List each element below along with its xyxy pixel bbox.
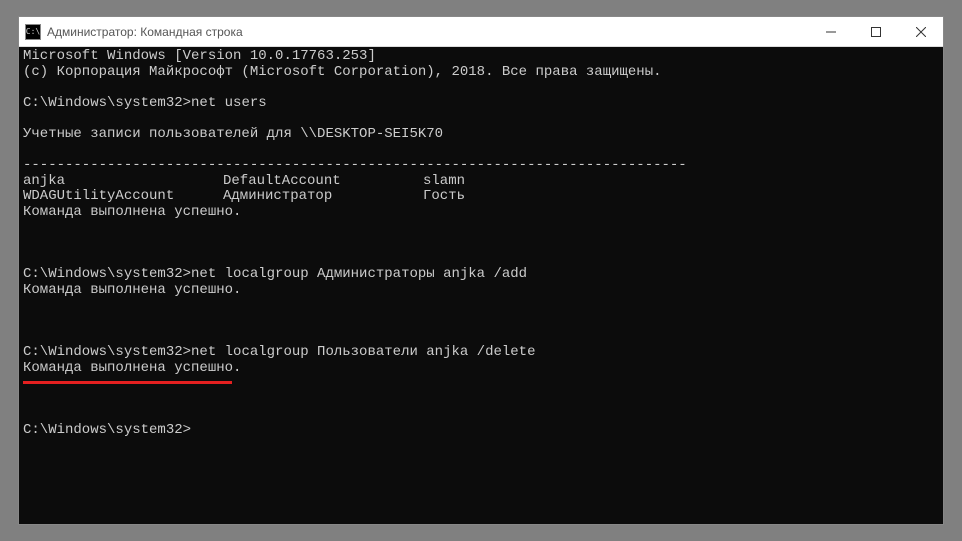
user-cell: Гость: [423, 189, 623, 205]
red-underline-annotation: [23, 381, 232, 384]
cmd-3: net localgroup Пользователи anjka /delet…: [191, 344, 535, 360]
prompt-2: C:\Windows\system32>: [23, 266, 191, 282]
user-row-1: anjkaDefaultAccountslamn: [23, 174, 939, 190]
success-1: Команда выполнена успешно.: [23, 204, 241, 220]
cmd-icon: C:\: [25, 24, 41, 40]
window-title: Администратор: Командная строка: [47, 25, 243, 39]
user-cell: slamn: [423, 174, 623, 190]
version-line: Microsoft Windows [Version 10.0.17763.25…: [23, 48, 376, 64]
user-cell: DefaultAccount: [223, 174, 423, 190]
user-cell: WDAGUtilityAccount: [23, 189, 223, 205]
user-cell: anjka: [23, 174, 223, 190]
cmd-1: net users: [191, 95, 267, 111]
maximize-button[interactable]: [853, 17, 898, 46]
terminal-content[interactable]: Microsoft Windows [Version 10.0.17763.25…: [19, 47, 943, 524]
titlebar[interactable]: C:\ Администратор: Командная строка: [19, 17, 943, 47]
maximize-icon: [871, 27, 881, 37]
close-icon: [916, 27, 926, 37]
cmd-window: C:\ Администратор: Командная строка Micr…: [18, 16, 944, 525]
success-3: Команда выполнена успешно.: [23, 360, 241, 376]
user-row-2: WDAGUtilityAccountАдминистраторГость: [23, 189, 939, 205]
close-button[interactable]: [898, 17, 943, 46]
user-cell: Администратор: [223, 189, 423, 205]
window-controls: [808, 17, 943, 46]
copyright-line: (c) Корпорация Майкрософт (Microsoft Cor…: [23, 64, 662, 80]
minimize-icon: [826, 27, 836, 37]
cmd-icon-label: C:\: [26, 27, 40, 36]
success-2: Команда выполнена успешно.: [23, 282, 241, 298]
prompt-1: C:\Windows\system32>: [23, 95, 191, 111]
accounts-header: Учетные записи пользователей для \\DESKT…: [23, 126, 443, 142]
prompt-3: C:\Windows\system32>: [23, 344, 191, 360]
prompt-4: C:\Windows\system32>: [23, 422, 191, 438]
divider-line: ----------------------------------------…: [23, 157, 687, 173]
minimize-button[interactable]: [808, 17, 853, 46]
cmd-2: net localgroup Администраторы anjka /add: [191, 266, 527, 282]
